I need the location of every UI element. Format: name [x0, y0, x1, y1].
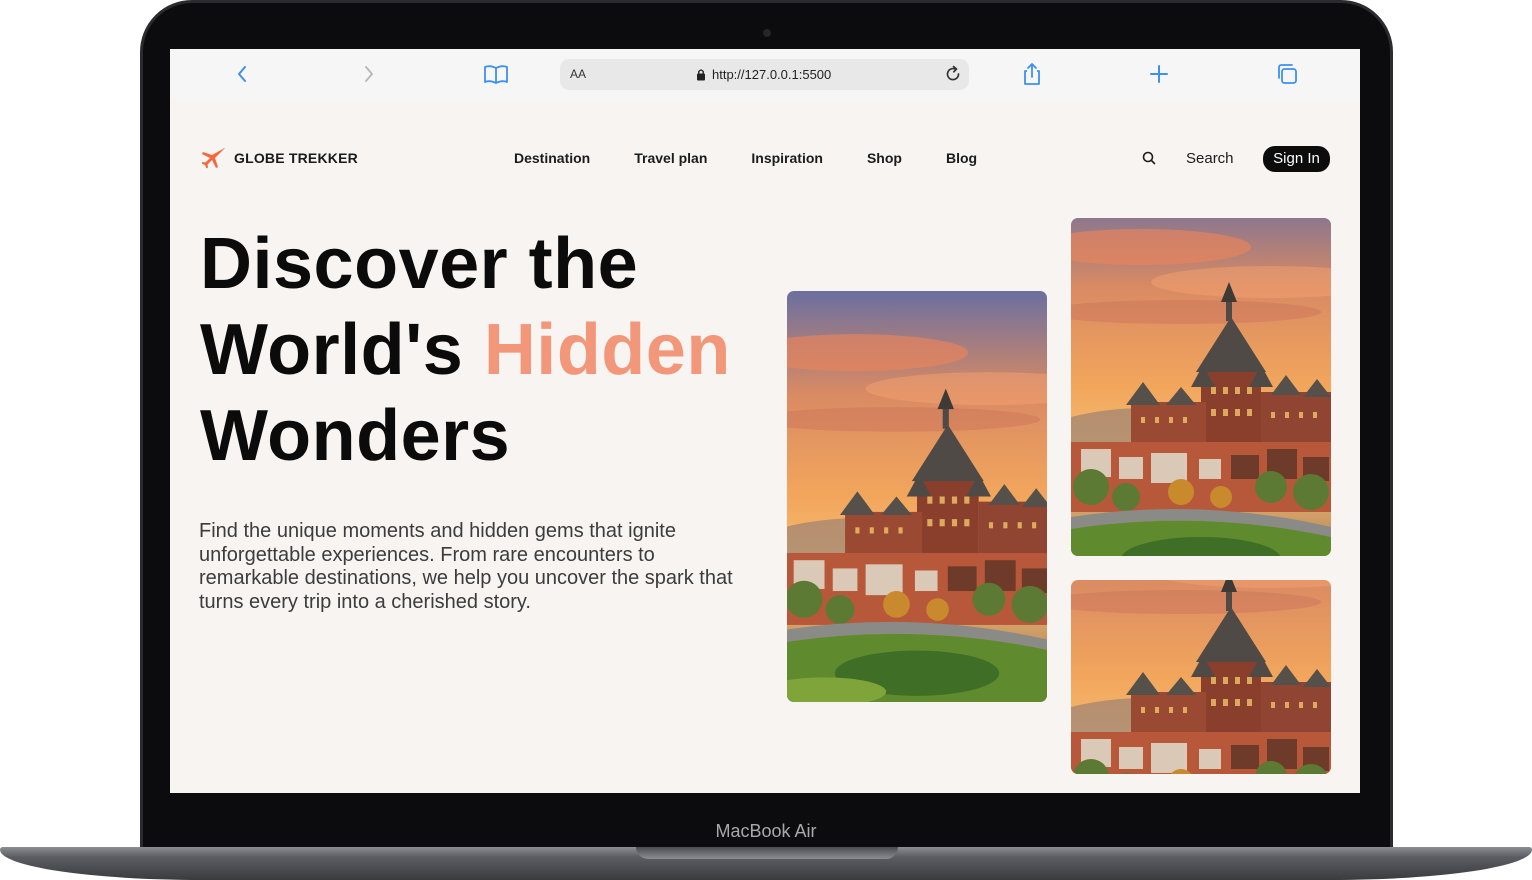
- url-text: http://127.0.0.1:5500: [712, 67, 832, 82]
- nav-blog[interactable]: Blog: [946, 150, 977, 166]
- hero-title-accent: Hidden: [483, 310, 731, 390]
- nav-inspiration[interactable]: Inspiration: [751, 150, 823, 166]
- nav-destination[interactable]: Destination: [514, 150, 590, 166]
- share-icon[interactable]: [1019, 62, 1045, 86]
- hero-description: Find the unique moments and hidden gems …: [199, 520, 733, 613]
- hero-title: Discover the World's Hidden Wonders: [200, 221, 760, 479]
- sign-in-button[interactable]: Sign In: [1263, 146, 1330, 172]
- bookmarks-icon[interactable]: [483, 62, 509, 86]
- gallery-image-3[interactable]: [1071, 580, 1331, 774]
- brand-name: GLOBE TREKKER: [234, 150, 358, 166]
- screen: AA http://127.0.0.1:5500 GLOBE TREKKER D…: [170, 49, 1360, 793]
- reload-icon[interactable]: [943, 64, 963, 84]
- new-tab-icon[interactable]: [1146, 62, 1172, 86]
- search-icon[interactable]: [1141, 150, 1157, 166]
- airplane-icon: [202, 147, 225, 169]
- brand-logo[interactable]: GLOBE TREKKER: [202, 146, 358, 170]
- hero-title-line3: Wonders: [200, 396, 511, 476]
- search-button[interactable]: Search: [1186, 150, 1234, 167]
- back-icon[interactable]: [229, 62, 255, 86]
- main-nav: Destination Travel plan Inspiration Shop…: [514, 150, 1021, 166]
- camera-dot: [763, 29, 771, 37]
- hero-title-line2-prefix: World's: [200, 310, 484, 390]
- nav-travel-plan[interactable]: Travel plan: [634, 150, 707, 166]
- gallery-image-2[interactable]: [1071, 218, 1331, 556]
- address-bar[interactable]: AA http://127.0.0.1:5500: [560, 59, 969, 90]
- forward-icon[interactable]: [356, 62, 382, 86]
- lock-icon: [697, 69, 705, 81]
- browser-toolbar: AA http://127.0.0.1:5500: [170, 49, 1360, 99]
- gallery-image-1[interactable]: [787, 291, 1047, 702]
- reader-aa-button[interactable]: AA: [570, 67, 586, 81]
- tabs-icon[interactable]: [1274, 62, 1300, 86]
- laptop-notch: [636, 847, 898, 859]
- nav-shop[interactable]: Shop: [867, 150, 902, 166]
- device-label: MacBook Air: [715, 821, 817, 841]
- hero-title-line1: Discover the: [200, 224, 639, 304]
